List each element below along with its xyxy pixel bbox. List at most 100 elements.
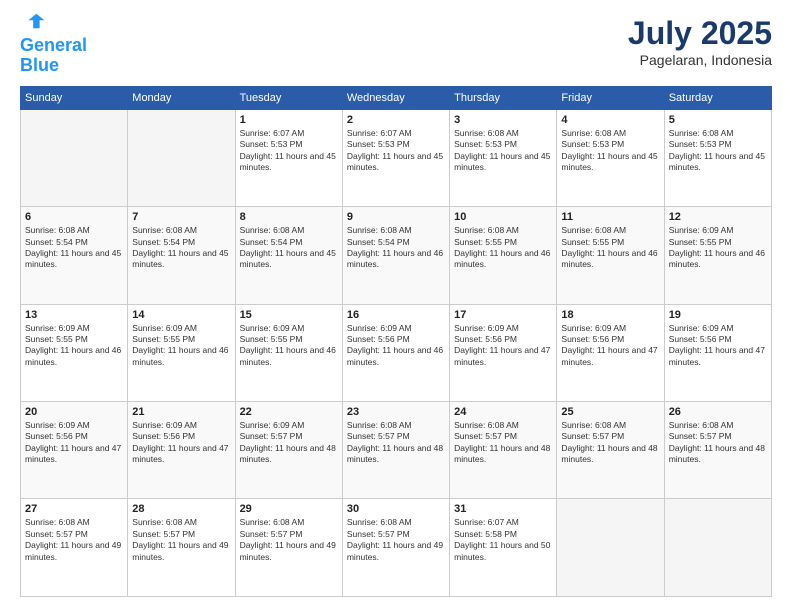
day-number: 18 xyxy=(561,309,659,321)
day-number: 30 xyxy=(347,503,445,515)
table-row: 23 Sunrise: 6:08 AMSunset: 5:57 PMDayligh… xyxy=(342,402,449,499)
table-row: 20 Sunrise: 6:09 AMSunset: 5:56 PMDayligh… xyxy=(21,402,128,499)
day-info: Sunrise: 6:09 AMSunset: 5:57 PMDaylight:… xyxy=(240,420,338,466)
day-number: 17 xyxy=(454,309,552,321)
day-info: Sunrise: 6:08 AMSunset: 5:57 PMDaylight:… xyxy=(669,420,767,466)
table-row: 8Sunrise: 6:08 AMSunset: 5:54 PMDaylight… xyxy=(235,207,342,304)
table-row: 15Sunrise: 6:09 AMSunset: 5:55 PMDayligh… xyxy=(235,304,342,401)
calendar-week-row: 13 Sunrise: 6:09 AMSunset: 5:55 PMDayligh… xyxy=(21,304,772,401)
logo: General Blue xyxy=(20,15,87,76)
day-info: Sunrise: 6:07 AMSunset: 5:53 PMDaylight:… xyxy=(240,128,338,174)
day-number: 6 xyxy=(25,211,123,223)
table-row: 11 Sunrise: 6:08 AMSunset: 5:55 PMDayligh… xyxy=(557,207,664,304)
day-number: 16 xyxy=(347,309,445,321)
day-number: 19 xyxy=(669,309,767,321)
table-row: 25Sunrise: 6:08 AMSunset: 5:57 PMDayligh… xyxy=(557,402,664,499)
day-number: 31 xyxy=(454,503,552,515)
table-row: 6 Sunrise: 6:08 AMSunset: 5:54 PMDaylight… xyxy=(21,207,128,304)
day-number: 9 xyxy=(347,211,445,223)
day-number: 3 xyxy=(454,114,552,126)
day-info: Sunrise: 6:08 AMSunset: 5:55 PMDaylight:… xyxy=(454,225,552,271)
col-friday: Friday xyxy=(557,86,664,109)
month-year: July 2025 xyxy=(628,15,772,52)
day-info: Sunrise: 6:08 AMSunset: 5:55 PMDaylight:… xyxy=(561,225,659,271)
day-number: 4 xyxy=(561,114,659,126)
page: General Blue July 2025 Pagelaran, Indone… xyxy=(0,0,792,612)
day-number: 23 xyxy=(347,406,445,418)
logo-blue: Blue xyxy=(20,55,59,75)
day-number: 24 xyxy=(454,406,552,418)
col-sunday: Sunday xyxy=(21,86,128,109)
day-info: Sunrise: 6:08 AMSunset: 5:57 PMDaylight:… xyxy=(132,517,230,563)
day-number: 27 xyxy=(25,503,123,515)
day-number: 21 xyxy=(132,406,230,418)
table-row: 4 Sunrise: 6:08 AMSunset: 5:53 PMDaylight… xyxy=(557,109,664,206)
day-number: 1 xyxy=(240,114,338,126)
day-number: 26 xyxy=(669,406,767,418)
table-row: 17 Sunrise: 6:09 AMSunset: 5:56 PMDayligh… xyxy=(450,304,557,401)
col-tuesday: Tuesday xyxy=(235,86,342,109)
table-row: 14 Sunrise: 6:09 AMSunset: 5:55 PMDayligh… xyxy=(128,304,235,401)
day-info: Sunrise: 6:08 AMSunset: 5:57 PMDaylight:… xyxy=(347,420,445,466)
col-wednesday: Wednesday xyxy=(342,86,449,109)
logo-icon xyxy=(22,11,46,31)
table-row: 24 Sunrise: 6:08 AMSunset: 5:57 PMDayligh… xyxy=(450,402,557,499)
location: Pagelaran, Indonesia xyxy=(628,52,772,68)
day-number: 13 xyxy=(25,309,123,321)
table-row: 3 Sunrise: 6:08 AMSunset: 5:53 PMDaylight… xyxy=(450,109,557,206)
col-thursday: Thursday xyxy=(450,86,557,109)
day-info: Sunrise: 6:09 AMSunset: 5:55 PMDaylight:… xyxy=(132,323,230,369)
day-info: Sunrise: 6:08 AMSunset: 5:53 PMDaylight:… xyxy=(561,128,659,174)
calendar-week-row: 20 Sunrise: 6:09 AMSunset: 5:56 PMDayligh… xyxy=(21,402,772,499)
day-info: Sunrise: 6:08 AMSunset: 5:53 PMDaylight:… xyxy=(454,128,552,174)
day-number: 7 xyxy=(132,211,230,223)
table-row: 18 Sunrise: 6:09 AMSunset: 5:56 PMDayligh… xyxy=(557,304,664,401)
day-info: Sunrise: 6:09 AMSunset: 5:55 PMDaylight:… xyxy=(240,323,338,369)
day-number: 5 xyxy=(669,114,767,126)
day-info: Sunrise: 6:08 AMSunset: 5:57 PMDaylight:… xyxy=(240,517,338,563)
table-row: 27 Sunrise: 6:08 AMSunset: 5:57 PMDayligh… xyxy=(21,499,128,597)
title-section: July 2025 Pagelaran, Indonesia xyxy=(628,15,772,68)
header: General Blue July 2025 Pagelaran, Indone… xyxy=(20,15,772,76)
day-number: 29 xyxy=(240,503,338,515)
day-info: Sunrise: 6:08 AMSunset: 5:57 PMDaylight:… xyxy=(25,517,123,563)
day-number: 11 xyxy=(561,211,659,223)
day-number: 14 xyxy=(132,309,230,321)
table-row: 16Sunrise: 6:09 AMSunset: 5:56 PMDayligh… xyxy=(342,304,449,401)
calendar-header-row: Sunday Monday Tuesday Wednesday Thursday… xyxy=(21,86,772,109)
calendar-week-row: 1 Sunrise: 6:07 AMSunset: 5:53 PMDaylight… xyxy=(21,109,772,206)
table-row: 1 Sunrise: 6:07 AMSunset: 5:53 PMDaylight… xyxy=(235,109,342,206)
table-row: 26 Sunrise: 6:08 AMSunset: 5:57 PMDayligh… xyxy=(664,402,771,499)
table-row: 22 Sunrise: 6:09 AMSunset: 5:57 PMDayligh… xyxy=(235,402,342,499)
day-info: Sunrise: 6:08 AMSunset: 5:57 PMDaylight:… xyxy=(454,420,552,466)
day-info: Sunrise: 6:09 AMSunset: 5:55 PMDaylight:… xyxy=(669,225,767,271)
table-row: 9 Sunrise: 6:08 AMSunset: 5:54 PMDaylight… xyxy=(342,207,449,304)
col-monday: Monday xyxy=(128,86,235,109)
day-info: Sunrise: 6:09 AMSunset: 5:56 PMDaylight:… xyxy=(669,323,767,369)
calendar-week-row: 6 Sunrise: 6:08 AMSunset: 5:54 PMDaylight… xyxy=(21,207,772,304)
day-number: 2 xyxy=(347,114,445,126)
day-info: Sunrise: 6:09 AMSunset: 5:56 PMDaylight:… xyxy=(561,323,659,369)
day-info: Sunrise: 6:09 AMSunset: 5:56 PMDaylight:… xyxy=(132,420,230,466)
table-row: 31Sunrise: 6:07 AMSunset: 5:58 PMDayligh… xyxy=(450,499,557,597)
logo-general: General xyxy=(20,35,87,55)
day-info: Sunrise: 6:09 AMSunset: 5:56 PMDaylight:… xyxy=(454,323,552,369)
day-number: 22 xyxy=(240,406,338,418)
table-row: 5Sunrise: 6:08 AMSunset: 5:53 PMDaylight… xyxy=(664,109,771,206)
day-number: 20 xyxy=(25,406,123,418)
table-row: 29 Sunrise: 6:08 AMSunset: 5:57 PMDayligh… xyxy=(235,499,342,597)
day-number: 8 xyxy=(240,211,338,223)
table-row: 28Sunrise: 6:08 AMSunset: 5:57 PMDayligh… xyxy=(128,499,235,597)
day-info: Sunrise: 6:08 AMSunset: 5:57 PMDaylight:… xyxy=(561,420,659,466)
table-row: 12Sunrise: 6:09 AMSunset: 5:55 PMDayligh… xyxy=(664,207,771,304)
day-info: Sunrise: 6:08 AMSunset: 5:54 PMDaylight:… xyxy=(347,225,445,271)
table-row xyxy=(557,499,664,597)
day-info: Sunrise: 6:07 AMSunset: 5:53 PMDaylight:… xyxy=(347,128,445,174)
table-row: 21 Sunrise: 6:09 AMSunset: 5:56 PMDayligh… xyxy=(128,402,235,499)
day-info: Sunrise: 6:08 AMSunset: 5:54 PMDaylight:… xyxy=(25,225,123,271)
table-row: 7 Sunrise: 6:08 AMSunset: 5:54 PMDaylight… xyxy=(128,207,235,304)
table-row xyxy=(128,109,235,206)
table-row: 19 Sunrise: 6:09 AMSunset: 5:56 PMDayligh… xyxy=(664,304,771,401)
day-info: Sunrise: 6:08 AMSunset: 5:54 PMDaylight:… xyxy=(132,225,230,271)
day-info: Sunrise: 6:09 AMSunset: 5:56 PMDaylight:… xyxy=(25,420,123,466)
